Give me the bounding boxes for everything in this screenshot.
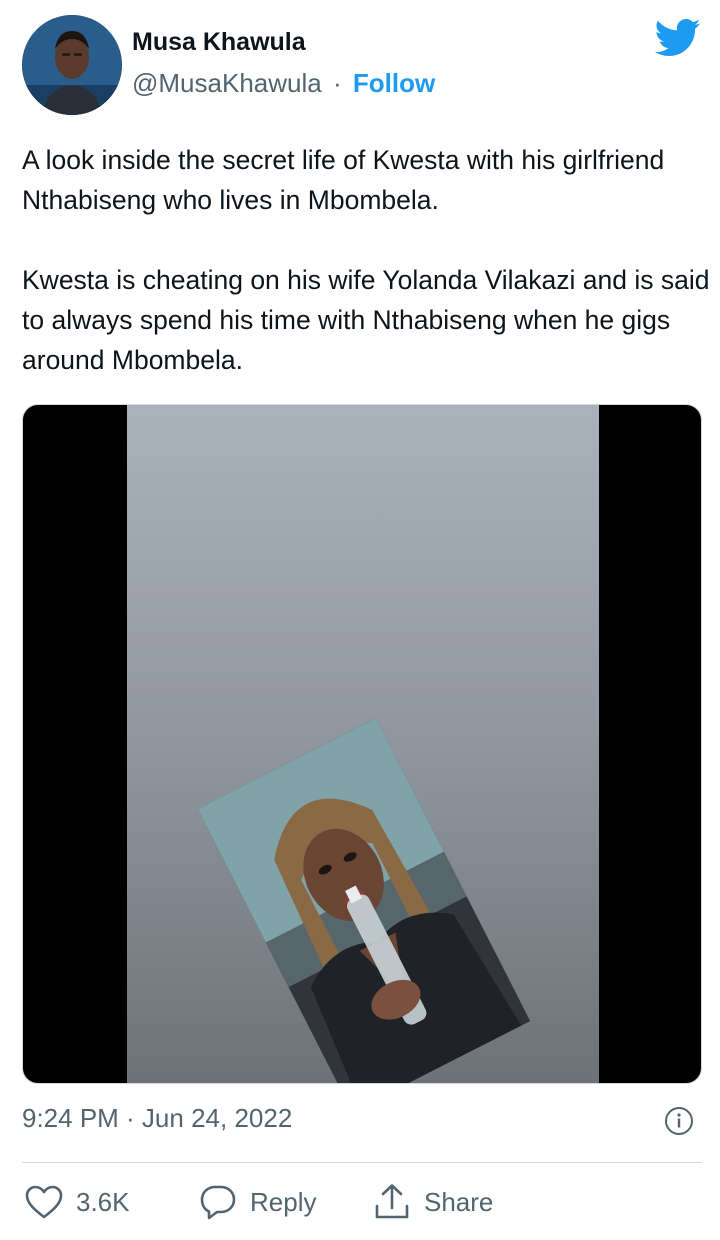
speech-bubble-icon bbox=[200, 1185, 236, 1220]
follow-button[interactable]: Follow bbox=[353, 68, 435, 98]
share-upload-icon bbox=[375, 1184, 409, 1219]
video-frame bbox=[127, 405, 599, 1083]
share-label: Share bbox=[424, 1186, 494, 1217]
tweet-paragraph-2: Kwesta is cheating on his wife Yolanda V… bbox=[22, 265, 710, 375]
like-count: 3.6K bbox=[76, 1186, 130, 1217]
tweet-card: Musa Khawula @MusaKhawula · Follow A loo… bbox=[0, 0, 720, 1240]
video-still bbox=[197, 718, 531, 1083]
twitter-bird-icon[interactable] bbox=[655, 18, 701, 58]
video-still-photo bbox=[197, 718, 531, 1083]
author-avatar[interactable] bbox=[22, 15, 122, 115]
info-icon[interactable] bbox=[664, 1106, 694, 1136]
author-handle-row: @MusaKhawula · Follow bbox=[132, 68, 435, 99]
tweet-timestamp[interactable]: 9:24 PM · Jun 24, 2022 bbox=[22, 1103, 292, 1134]
reply-label: Reply bbox=[250, 1186, 317, 1217]
separator-dot: · bbox=[332, 68, 342, 98]
author-handle[interactable]: @MusaKhawula bbox=[132, 68, 322, 98]
reply-button[interactable]: Reply bbox=[198, 1180, 316, 1224]
divider bbox=[22, 1162, 702, 1163]
author-name[interactable]: Musa Khawula bbox=[132, 28, 306, 57]
like-button[interactable]: 3.6K bbox=[24, 1180, 130, 1224]
share-button[interactable]: Share bbox=[372, 1180, 493, 1224]
tweet-paragraph-1: A look inside the secret life of Kwesta … bbox=[22, 145, 665, 215]
tweet-video[interactable] bbox=[22, 404, 702, 1084]
heart-icon bbox=[25, 1185, 63, 1219]
tweet-text: A look inside the secret life of Kwesta … bbox=[22, 140, 712, 380]
avatar-photo bbox=[22, 15, 122, 115]
